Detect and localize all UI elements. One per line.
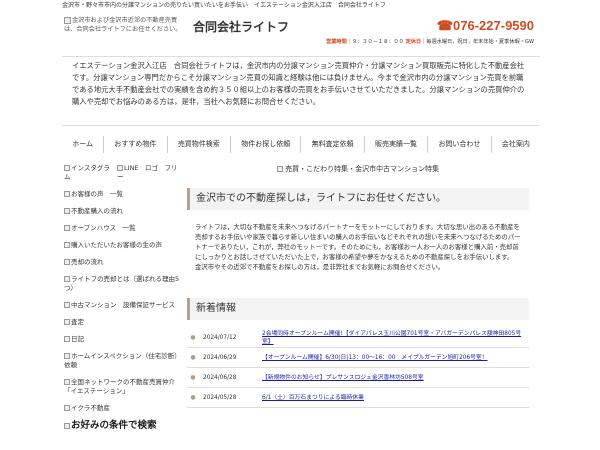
sidebar-item-network[interactable]: 全国ネットワークの不動産売買仲介「イエステーション」 [64,378,180,396]
sidebar-item-label: お客様の声 一覧 [71,190,123,198]
broken-image-icon [64,336,70,342]
nav-search[interactable]: 売買物件検索 [166,136,230,153]
sidebar-item-label: 不動産購入の流れ [71,207,123,215]
company-message: ライトフは，大切な不動産を未来へつなげるパートナーをモットーにしております。大切… [195,223,521,271]
bullet-icon: ● [190,354,196,361]
nav-sales-record[interactable]: 販売実績一覧 [363,136,427,153]
sidebar-item-line[interactable]: LINE ロゴ フリー [117,164,180,182]
news-item: ● 2024/05/28 6/1（土）百万石まつりによる臨時休業 [187,388,529,408]
news-item: ● 2024/07/12 2会場同時オープンルーム開催!【ダイアパレス玉川公園7… [187,328,529,348]
sidebar-item-buyer-voices[interactable]: 購入いただいたお客様の生の声 [64,241,180,250]
news-item: ● 2024/06/29 【オープンルーム開催】6/30(日)13：00～16：… [187,348,529,368]
broken-image-icon [64,302,70,308]
sidebar-item-label: 日記 [71,335,84,343]
broken-image-icon [64,191,70,197]
main-nav: ホーム おすすめ物件 売買物件検索 物件お探し依頼 無料査定依頼 販売実績一覧 … [62,136,540,153]
broken-image-icon [64,405,70,411]
site-logo[interactable]: 金沢市および金沢市近郊の不動産売買は、合同会社ライトフにお任せください。 [64,16,182,50]
broken-image-icon [64,16,71,24]
intro-text: イエステーション金沢入江店 合同会社ライトフは，金沢市内の分譲マンション売買仲介… [62,56,540,126]
sidebar-item-open-house[interactable]: オープンハウス 一覧 [64,224,180,233]
sidebar-item-label: インスタグラム [64,164,110,181]
broken-image-icon [64,208,70,214]
news-list: ● 2024/07/12 2会場同時オープンルーム開催!【ダイアパレス玉川公園7… [187,328,529,408]
news-date: 2024/06/28 [203,374,237,381]
broken-image-icon [64,225,70,231]
main-content: 売買・こだわり特集・金沢市中古マンション特集 金沢市での不動産探しは，ライトフに… [187,164,529,408]
sidebar-item-sale-flow[interactable]: 売却の流れ [64,258,180,267]
nav-appraisal[interactable]: 無料査定依頼 [300,136,363,153]
broken-image-icon [64,165,70,171]
news-link[interactable]: 2会場同時オープンルーム開催!【ダイアパレス玉川公園701号室・アバガーデンパレ… [262,330,529,346]
phone-number[interactable]: ☎076-227-9590 [437,18,534,34]
sidebar-item-label: 売却の流れ [71,258,104,266]
bullet-icon: ● [190,394,196,401]
news-date: 2024/06/29 [203,354,237,361]
sidebar-item-label: LINE ロゴ フリー [117,164,178,181]
sidebar: インスタグラム LINE ロゴ フリー お客様の声 一覧 不動産購入の流れ オー… [64,164,180,438]
news-link[interactable]: 6/1（土）百万石まつりによる臨時休業 [262,394,529,402]
feature-banner[interactable]: 売買・こだわり特集・金沢市中古マンション特集 [187,164,529,176]
sidebar-item-purchase-flow[interactable]: 不動産購入の流れ [64,207,180,216]
section-title: 金沢市での不動産探しは，ライトフにお任せください。 [187,188,529,210]
holiday-value: ｜毎週水曜日，祝日，年末年始・夏季休暇・GW [421,39,534,45]
sidebar-item-warranty[interactable]: 中古マンション 設備保証サービス [64,301,180,310]
broken-image-icon [64,242,70,248]
broken-image-icon [64,276,70,282]
broken-image-icon [276,166,283,172]
company-name: 合同会社ライトフ [193,20,290,34]
holiday-label: 定休日 [405,39,422,45]
broken-image-icon [64,353,70,359]
nav-recommended[interactable]: おすすめ物件 [103,136,166,153]
sidebar-item-ikura[interactable]: イクラ不動産 [64,404,180,413]
broken-image-icon [117,165,124,171]
site-header: 金沢市および金沢市近郊の不動産売買は、合同会社ライトフにお任せください。 合同会… [62,14,540,54]
news-date: 2024/05/28 [203,394,237,401]
news-date: 2024/07/12 [203,334,237,341]
sidebar-item-label: オープンハウス 一覧 [71,224,136,232]
logo-alt-text: 金沢市および金沢市近郊の不動産売買は、合同会社ライトフにお任せください。 [64,17,182,33]
nav-home[interactable]: ホーム [62,136,103,153]
site-tagline: 金沢市・野々市市内の分譲マンションの売りたい買いたいをお手伝い イエステーション… [62,2,386,9]
banner-alt-text: 売買・こだわり特集・金沢市中古マンション特集 [285,165,440,173]
sidebar-item-label: ホームインスペクション（住宅診断）依頼 [64,352,178,369]
sidebar-search-heading-label: お好みの条件で検索 [71,420,157,431]
sidebar-item-label: 中古マンション 設備保証サービス [71,301,175,309]
sidebar-item-inspection[interactable]: ホームインスペクション（住宅診断）依頼 [64,352,180,370]
hours-label: 営業時間 [326,39,347,45]
broken-image-icon [64,379,70,385]
news-title: 新着情報 [187,298,529,320]
bullet-icon: ● [190,334,196,341]
sidebar-item-voices[interactable]: お客様の声 一覧 [64,190,180,199]
sidebar-item-reasons[interactable]: ライトフの売却とは（選ばれる理由5つ） [64,275,180,293]
sidebar-search-heading: お好みの条件で検索 [64,421,180,430]
broken-image-icon [64,259,70,265]
news-item: ● 2024/06/28 【新規物件のお知らせ】プレサンスロジェ金沢香林坊508… [187,368,529,388]
nav-company[interactable]: 会社案内 [490,136,540,153]
sidebar-item-label: 査定 [71,318,84,326]
nav-contact[interactable]: お問い合わせ [427,136,490,153]
hours-value: ｜９：３０－１８：００ [346,39,404,45]
nav-request[interactable]: 物件お探し依頼 [230,136,300,153]
sidebar-item-label: 全国ネットワークの不動産売買仲介「イエステーション」 [64,378,175,395]
sidebar-social-row: インスタグラム LINE ロゴ フリー [64,164,180,182]
broken-image-icon [64,422,70,429]
broken-image-icon [64,319,70,325]
bullet-icon: ● [190,374,196,381]
business-hours: 営業時間｜９：３０－１８：００ 定休日｜毎週水曜日，祝日，年末年始・夏季休暇・G… [326,38,534,45]
sidebar-item-label: 購入いただいたお客様の生の声 [71,241,162,249]
sidebar-item-label: イクラ不動産 [71,404,110,412]
sidebar-item-diary[interactable]: 日記 [64,335,180,344]
sidebar-item-instagram[interactable]: インスタグラム [64,164,113,182]
news-link[interactable]: 【新規物件のお知らせ】プレサンスロジェ金沢香林坊508号室 [262,374,529,382]
sidebar-item-appraisal[interactable]: 査定 [64,318,180,327]
sidebar-item-label: ライトフの売却とは（選ばれる理由5つ） [64,275,180,292]
news-link[interactable]: 【オープンルーム開催】6/30(日)13：00～16：00 メイプルガーデン旭町… [262,354,529,362]
